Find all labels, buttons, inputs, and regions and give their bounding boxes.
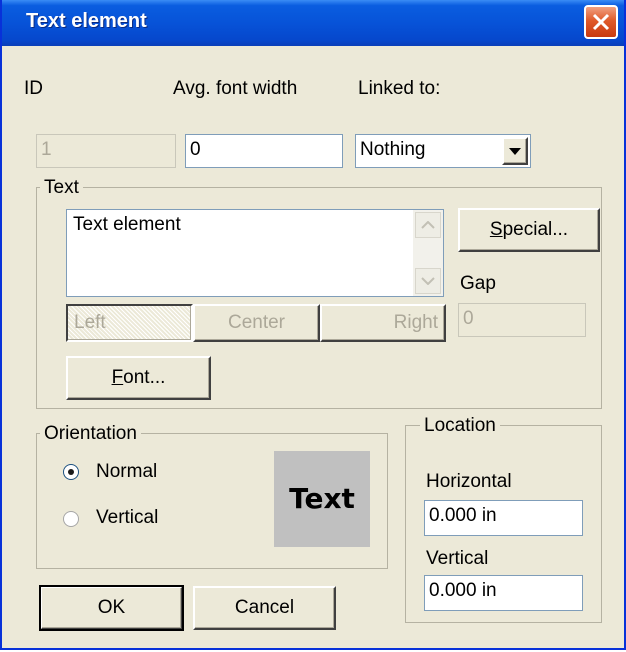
scroll-down-button[interactable] — [415, 268, 441, 294]
align-left-button[interactable]: Left — [66, 304, 193, 342]
location-group-title: Location — [420, 416, 500, 436]
orientation-vertical-radio[interactable] — [63, 511, 79, 527]
close-button[interactable] — [584, 5, 618, 39]
text-group-title: Text — [40, 178, 83, 198]
ok-button[interactable]: OK — [39, 585, 184, 631]
chevron-down-icon — [421, 277, 435, 285]
orientation-preview: Text — [274, 451, 370, 547]
text-content: Text element — [73, 214, 181, 235]
horizontal-label: Horizontal — [426, 471, 512, 492]
close-icon — [592, 13, 610, 31]
font-button[interactable]: Font... — [66, 356, 211, 400]
cancel-button[interactable]: Cancel — [193, 586, 336, 630]
gap-label: Gap — [460, 273, 496, 294]
linked-to-value: Nothing — [360, 139, 426, 160]
linked-to-dropdown-button[interactable] — [502, 137, 528, 165]
orientation-vertical-label: Vertical — [96, 507, 159, 528]
dialog-title: Text element — [26, 10, 147, 32]
text-scrollbar[interactable] — [413, 210, 443, 296]
gap-field: 0 — [458, 303, 586, 337]
vertical-label: Vertical — [426, 548, 489, 569]
id-field: 1 — [36, 134, 176, 168]
align-right-button[interactable]: Right — [320, 304, 446, 342]
chevron-up-icon — [421, 221, 435, 229]
text-content-area[interactable]: Text element — [66, 209, 444, 297]
align-center-button[interactable]: Center — [193, 304, 320, 342]
avg-font-width-label: Avg. font width — [173, 78, 298, 99]
chevron-down-icon — [509, 148, 521, 155]
special-button[interactable]: Special... — [458, 208, 600, 252]
horizontal-field[interactable]: 0.000 in — [424, 500, 583, 536]
scroll-up-button[interactable] — [415, 212, 441, 238]
orientation-normal-label: Normal — [96, 461, 158, 482]
orientation-group-title: Orientation — [40, 424, 141, 444]
dialog-window: Text element ID Avg. font width Linked t… — [0, 0, 626, 650]
avg-font-width-field[interactable]: 0 — [185, 134, 343, 168]
linked-to-select[interactable]: Nothing — [355, 134, 531, 168]
title-bar[interactable]: Text element — [2, 0, 624, 46]
vertical-field[interactable]: 0.000 in — [424, 575, 583, 611]
linked-to-label: Linked to: — [358, 78, 441, 99]
id-label: ID — [24, 78, 43, 99]
orientation-normal-radio[interactable] — [63, 464, 79, 480]
